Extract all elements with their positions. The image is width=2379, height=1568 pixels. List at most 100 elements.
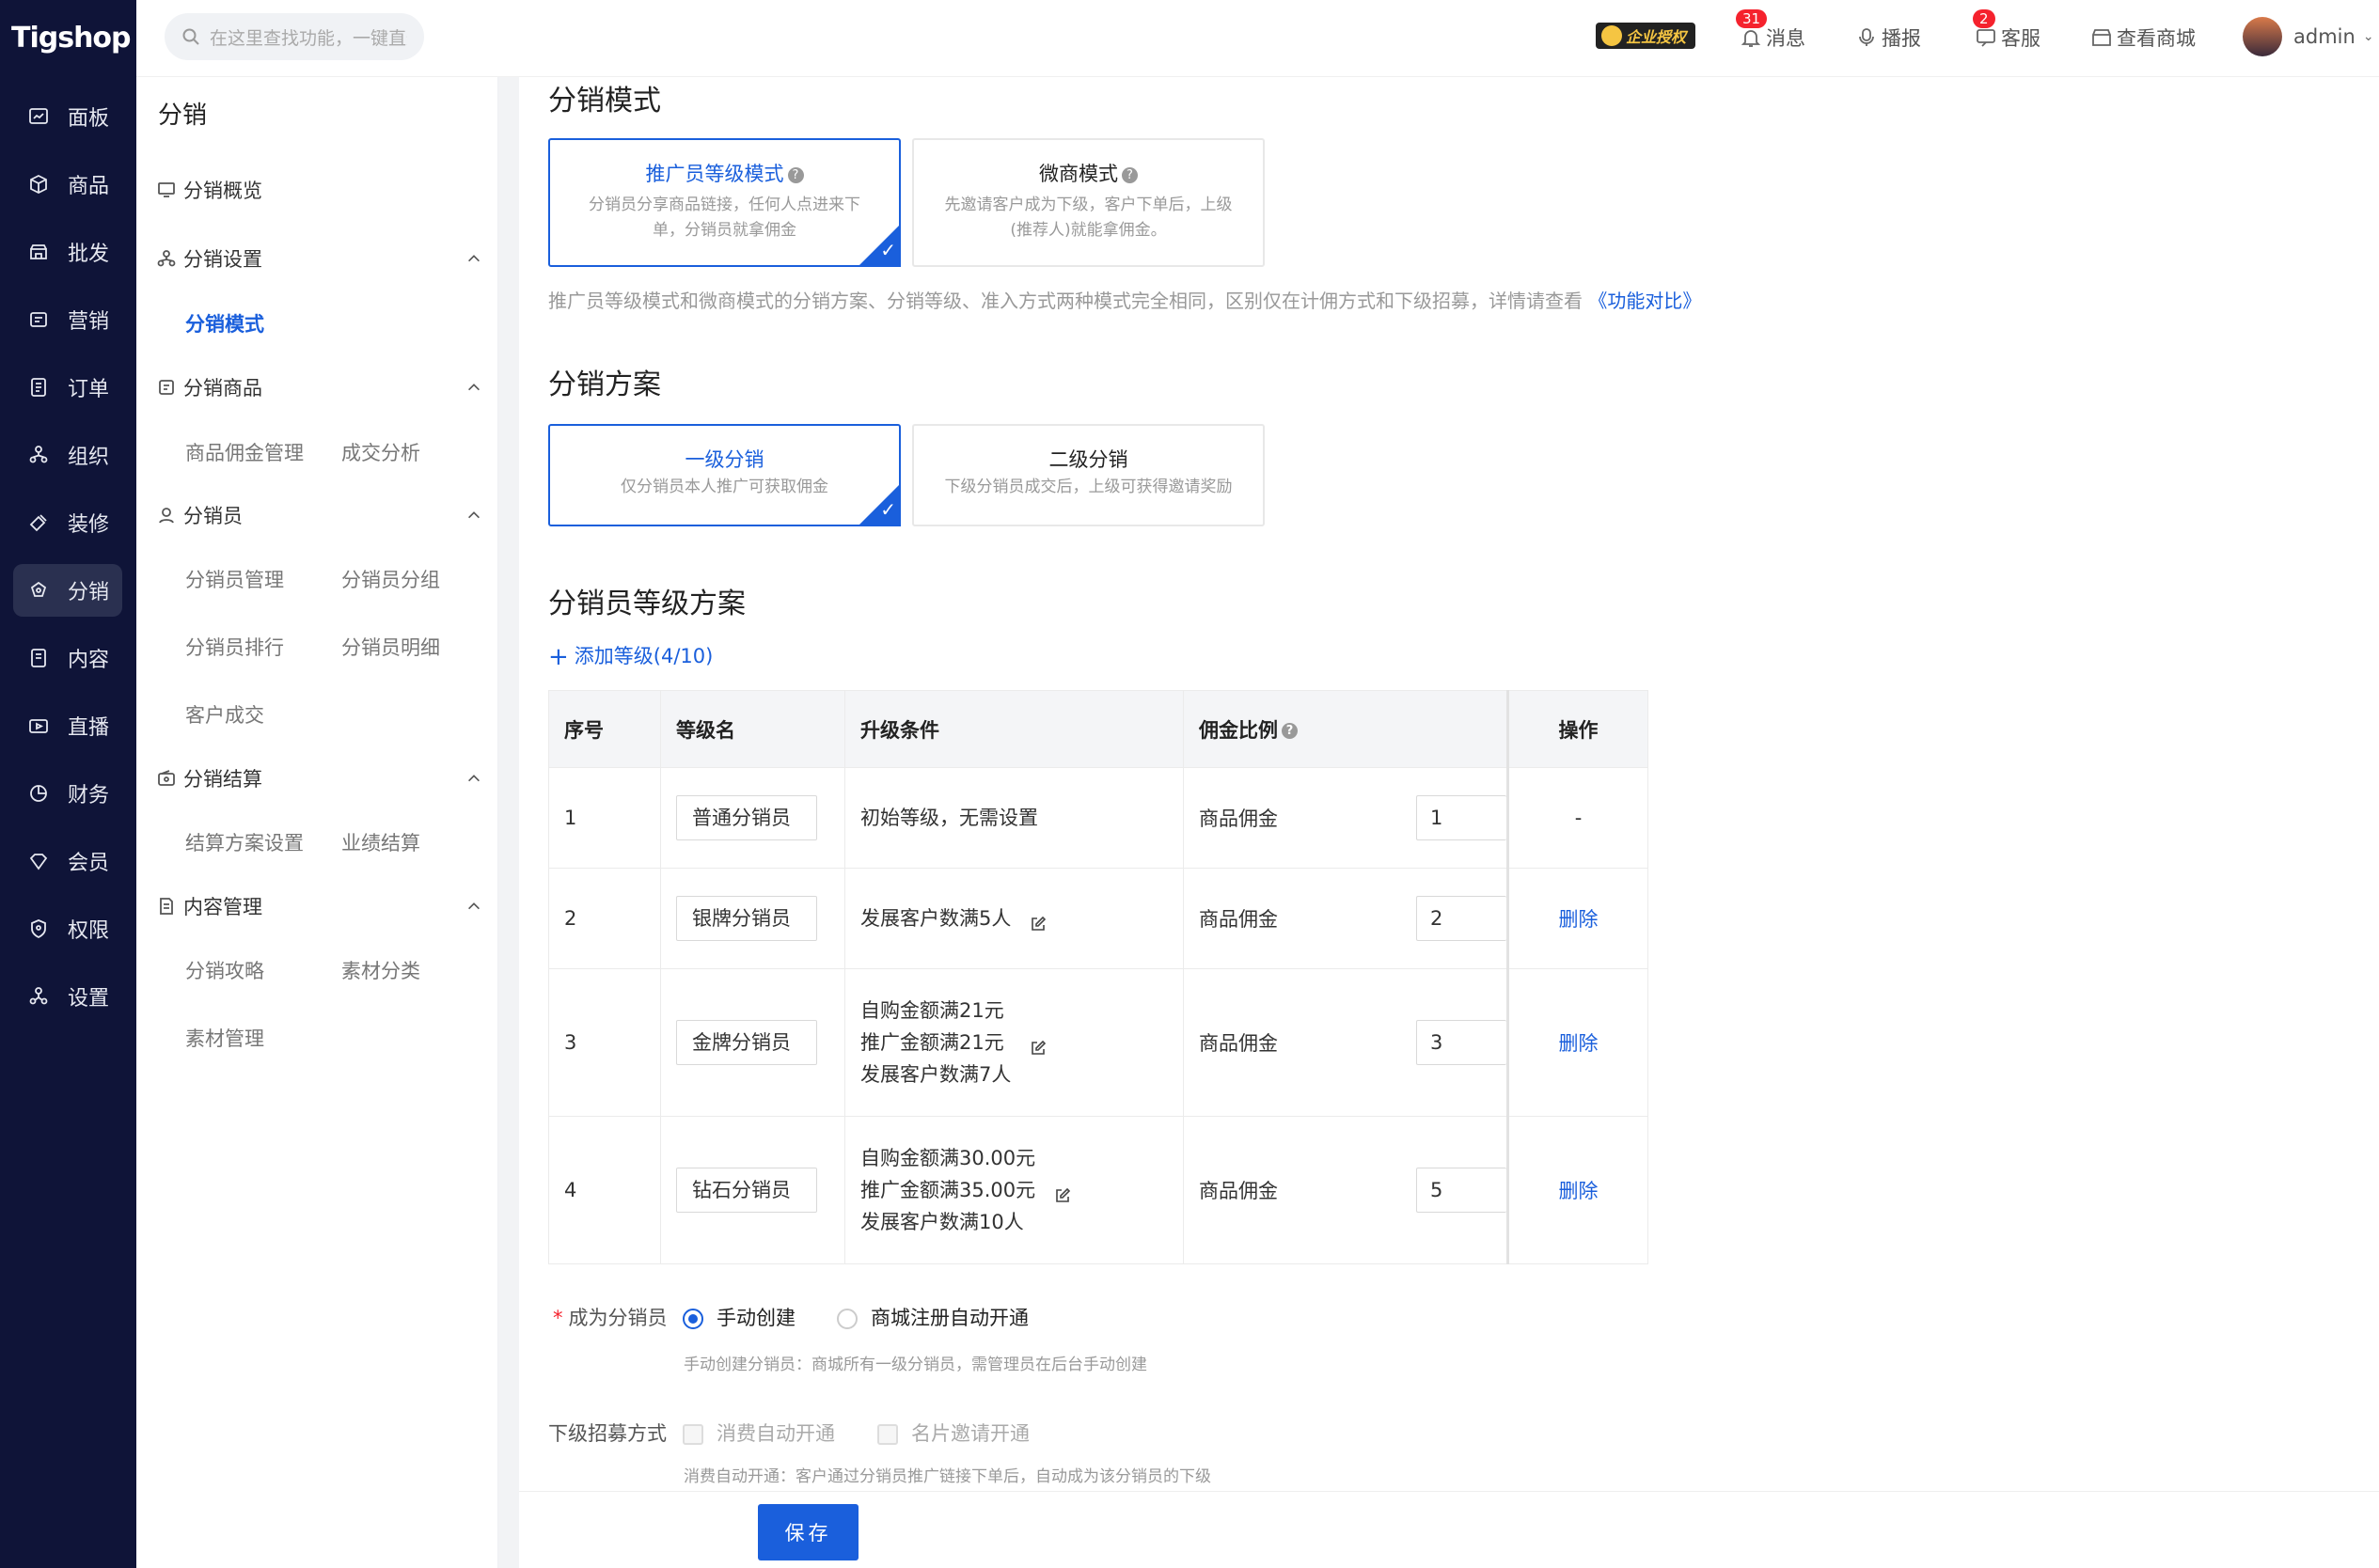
checkbox-card-invite[interactable]: 名片邀请开通 (877, 1419, 1030, 1447)
radio-manual[interactable]: 手动创建 (683, 1303, 796, 1331)
plan-card-level1[interactable]: 一级分销 仅分销员本人推广可获取佣金 ✓ (548, 424, 901, 526)
cell-operation: - (1506, 767, 1648, 869)
checkbox[interactable] (683, 1424, 703, 1445)
rail-item-org[interactable]: 组织 (13, 429, 122, 481)
edit-icon[interactable] (1030, 1034, 1047, 1055)
rail-item-label: 直播 (68, 716, 110, 740)
member-icon (26, 849, 51, 873)
save-button[interactable]: 保存 (758, 1504, 859, 1560)
nav-item-customer-deal[interactable]: 客户成交 (185, 700, 264, 729)
chevron-down-icon: ⌄ (2362, 29, 2374, 44)
mode-card-promoter[interactable]: 推广员等级模式? 分销员分享商品链接，任何人点进来下单，分销员就拿佣金 ✓ (548, 138, 901, 267)
mode-card-title: 微商模式 (1039, 163, 1118, 185)
rail-item-box[interactable]: 商品 (13, 158, 122, 211)
recruit-label: 下级招募方式 (548, 1422, 667, 1445)
help-icon[interactable]: ? (1282, 723, 1298, 739)
user-icon (159, 508, 174, 524)
nav-group-goods[interactable]: 分销商品 (157, 368, 480, 406)
nav-group-distributor[interactable]: 分销员 (157, 496, 480, 534)
rail-item-store[interactable]: 批发 (13, 226, 122, 278)
rail-item-permission[interactable]: 权限 (13, 902, 122, 955)
nav-item-settle-plan[interactable]: 结算方案设置 (185, 828, 304, 856)
level-name-input[interactable]: 钻石分销员 (676, 1168, 817, 1213)
nav-group-settle[interactable]: 分销结算 (157, 760, 480, 797)
nav-item-performance[interactable]: 业绩结算 (341, 828, 420, 856)
rate-input[interactable]: 5 (1416, 1168, 1506, 1213)
rate-input[interactable]: 2 (1416, 896, 1506, 941)
condition-line: 初始等级，无需设置 (860, 807, 1038, 829)
edit-icon[interactable] (1054, 1182, 1071, 1202)
cell-no: 1 (548, 767, 661, 869)
customer-service-button[interactable]: 客服 2 (1973, 9, 2040, 55)
user-menu[interactable]: admin ⌄ (2243, 15, 2374, 58)
nav-item-distributor-group[interactable]: 分销员分组 (341, 565, 440, 593)
nav-item-commission[interactable]: 商品佣金管理 (185, 438, 304, 466)
nav-group-settings[interactable]: 分销设置 (157, 240, 480, 277)
nav-item-analysis[interactable]: 成交分析 (341, 438, 420, 466)
search-input[interactable]: 在这里查找功能，一键直达 (165, 13, 424, 60)
rail-item-marketing[interactable]: 营销 (13, 293, 122, 346)
nav-group-content[interactable]: 内容管理 (157, 887, 480, 925)
plan-card-level2[interactable]: 二级分销 下级分销员成交后，上级可获得邀请奖励 (912, 424, 1265, 526)
rate-label: 商品佣金 (1199, 1032, 1278, 1055)
level-name-input[interactable]: 银牌分销员 (676, 896, 817, 941)
checkbox-consume[interactable]: 消费自动开通 (683, 1419, 835, 1447)
cell-no: 2 (548, 868, 661, 969)
cell-rate: 商品佣金 2 (1183, 868, 1508, 969)
cell-no: 3 (548, 968, 661, 1117)
condition-line: 发展客户数满5人 (860, 907, 1012, 930)
rail-item-settings[interactable]: 设置 (13, 970, 122, 1023)
nav-item-distribution-mode[interactable]: 分销模式 (185, 309, 264, 337)
feature-compare-link[interactable]: 《功能对比》 (1588, 290, 1701, 312)
rate-input[interactable]: 1 (1416, 795, 1506, 840)
rail-item-dashboard[interactable]: 面板 (13, 90, 122, 143)
rail-item-label: 内容 (68, 649, 110, 672)
delete-button[interactable]: 删除 (1559, 1180, 1599, 1202)
level-name-input[interactable]: 普通分销员 (676, 795, 817, 840)
view-store-button[interactable]: 查看商城 (2090, 21, 2196, 55)
mode-card-wechat[interactable]: 微商模式? 先邀请客户成为下级，客户下单后，上级(推荐人)就能拿佣金。 (912, 138, 1265, 267)
rail-item-label: 装修 (68, 513, 110, 537)
plan-card-desc: 下级分销员成交后，上级可获得邀请奖励 (944, 478, 1233, 496)
rail-item-decorate[interactable]: 装修 (13, 496, 122, 549)
avatar (2243, 17, 2282, 56)
become-hint: 手动创建分销员：商城所有一级分销员，需管理员在后台手动创建 (684, 1356, 1147, 1374)
delete-button[interactable]: 删除 (1559, 1032, 1599, 1055)
cell-condition: 发展客户数满5人 (844, 868, 1184, 969)
nav-item-distributor-detail[interactable]: 分销员明细 (341, 633, 440, 661)
storefront-icon (2092, 29, 2111, 46)
chevron-up-icon (468, 255, 480, 262)
rail-item-content[interactable]: 内容 (13, 632, 122, 684)
nav-item-distributor-rank[interactable]: 分销员排行 (185, 633, 284, 661)
messages-button[interactable]: 消息 31 (1736, 9, 1805, 55)
content-icon (26, 646, 51, 670)
add-level-button[interactable]: + 添加等级(4/10) (548, 641, 713, 671)
nav-item-material-category[interactable]: 素材分类 (341, 956, 420, 984)
rail-item-distribution[interactable]: 分销 (13, 564, 122, 617)
table-row: 3 金牌分销员 自购金额满21元 推广金额满21元 发展客户数满7人 商品佣金 3 删除 (548, 968, 1648, 1117)
help-icon[interactable]: ? (787, 166, 804, 183)
delete-button[interactable]: 删除 (1559, 908, 1599, 931)
rail-item-live[interactable]: 直播 (13, 699, 122, 752)
license-badge[interactable]: 企业授权 (1596, 17, 1696, 55)
app-logo[interactable]: Tigshop (11, 13, 132, 62)
edit-icon[interactable] (1030, 910, 1047, 931)
rail-item-label: 批发 (68, 243, 110, 266)
radio-dot[interactable] (683, 1309, 703, 1329)
chat-icon (1977, 29, 1995, 47)
chevron-up-icon (468, 775, 480, 782)
radio-auto-register[interactable]: 商城注册自动开通 (837, 1303, 1029, 1331)
rate-input[interactable]: 3 (1416, 1020, 1506, 1065)
rail-item-order[interactable]: 订单 (13, 361, 122, 414)
radio-dot[interactable] (837, 1309, 858, 1329)
nav-overview[interactable]: 分销概览 (157, 171, 262, 209)
checkbox[interactable] (877, 1424, 898, 1445)
level-name-input[interactable]: 金牌分销员 (676, 1020, 817, 1065)
nav-item-distributor-manage[interactable]: 分销员管理 (185, 565, 284, 593)
broadcast-button[interactable]: 播报 (1855, 21, 1921, 55)
nav-item-material[interactable]: 素材管理 (185, 1024, 264, 1052)
help-icon[interactable]: ? (1122, 166, 1138, 183)
rail-item-finance[interactable]: 财务 (13, 767, 122, 820)
rail-item-member[interactable]: 会员 (13, 835, 122, 887)
nav-item-guide[interactable]: 分销攻略 (185, 956, 264, 984)
